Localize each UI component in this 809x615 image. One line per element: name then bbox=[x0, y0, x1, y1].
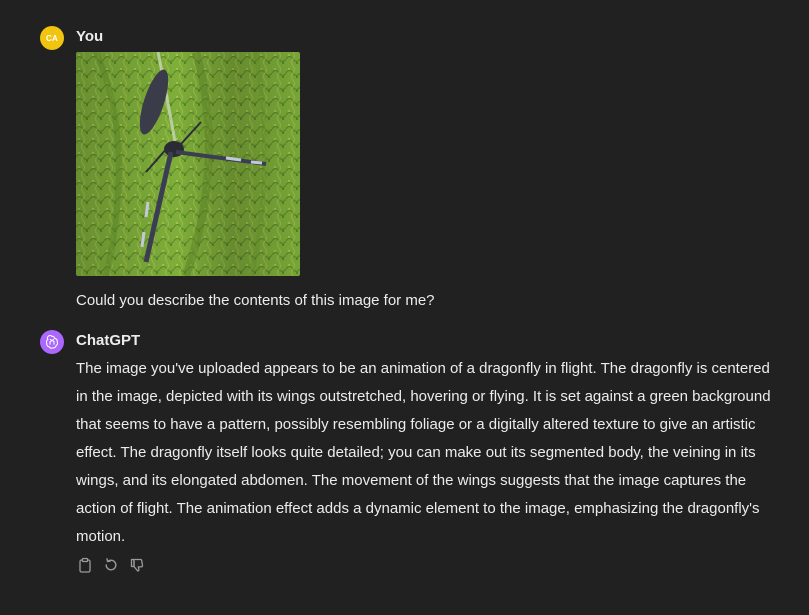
user-author-name: You bbox=[76, 28, 104, 45]
thumbs-down-icon[interactable] bbox=[128, 556, 146, 574]
user-message-text: Could you describe the contents of this … bbox=[76, 292, 435, 309]
assistant-message-text: The image you've uploaded appears to be … bbox=[76, 360, 771, 545]
user-avatar: CA bbox=[40, 26, 64, 50]
clipboard-icon[interactable] bbox=[76, 556, 94, 574]
user-avatar-initials: CA bbox=[46, 33, 58, 43]
attached-image[interactable] bbox=[76, 52, 300, 276]
chatgpt-avatar bbox=[40, 330, 64, 354]
openai-logo-icon bbox=[45, 335, 59, 349]
chatgpt-author-name: ChatGPT bbox=[76, 332, 141, 349]
message-actions bbox=[76, 556, 146, 574]
regenerate-icon[interactable] bbox=[102, 556, 120, 574]
